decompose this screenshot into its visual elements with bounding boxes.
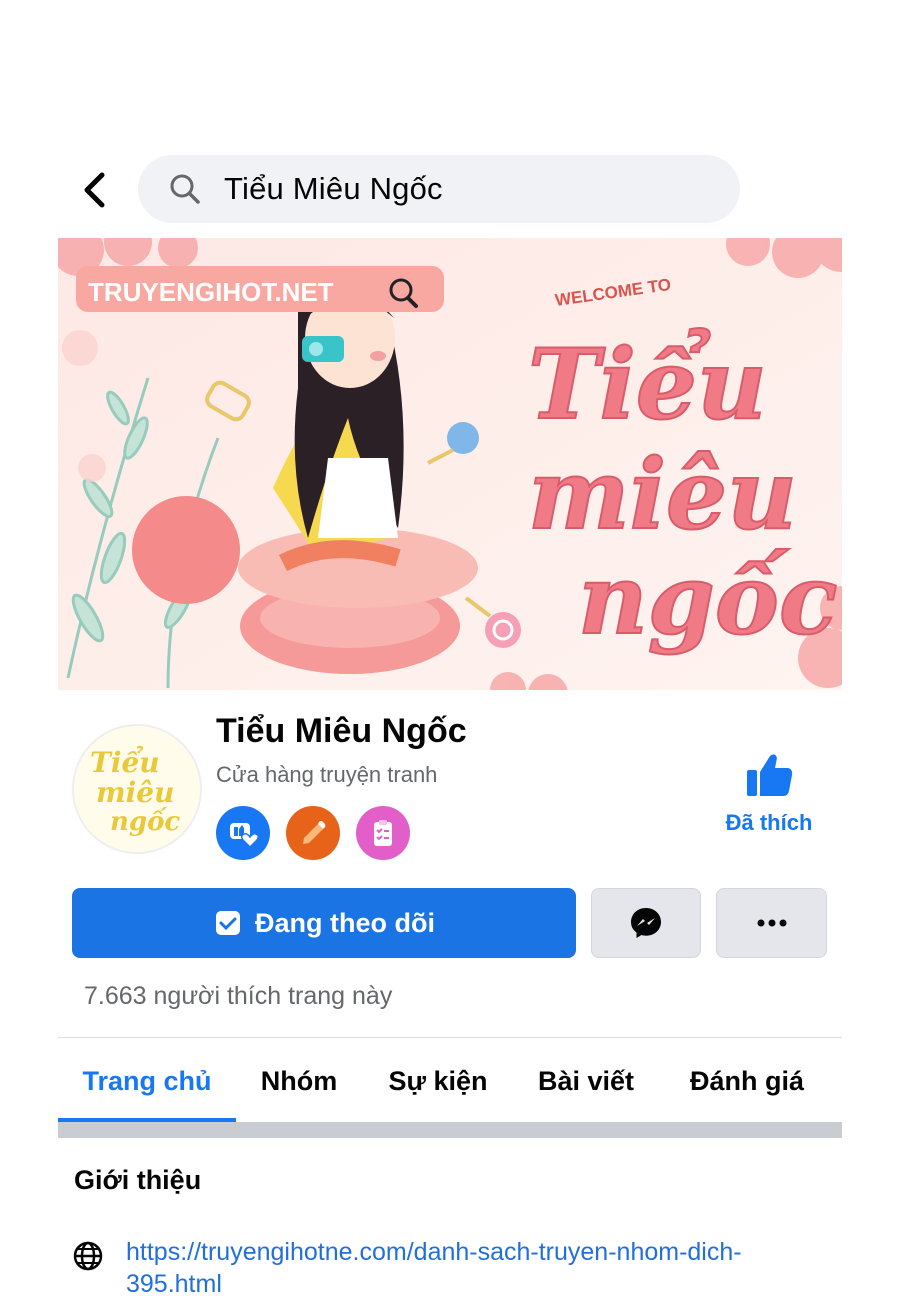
tab-groups[interactable]: Nhóm [236,1040,362,1122]
cover-watermark: TRUYENGIHOT.NET [88,277,334,307]
likes-count: 7.663 người thích trang này [84,982,393,1010]
more-icon [757,919,786,927]
cover-title-line-3: ngốc [578,543,837,656]
avatar[interactable]: Tiểu miêu ngốc [72,724,202,854]
messenger-button[interactable] [591,888,701,958]
clipboard-icon[interactable] [356,806,410,860]
divider [58,1037,842,1038]
back-button[interactable] [72,168,116,212]
website-row: https://truyengihotne.com/danh-sach-truy… [72,1236,792,1300]
thumbs-heart-icon[interactable] [216,806,270,860]
section-separator [58,1122,842,1138]
messenger-icon [631,908,661,938]
avatar-text-3: ngốc [110,806,180,837]
badge-row [216,806,410,860]
tab-events[interactable]: Sự kiện [362,1040,514,1122]
cover-title-line-1: Tiểu [528,328,767,441]
intro-title: Giới thiệu [74,1165,202,1195]
following-check-icon [216,911,240,935]
following-button[interactable]: Đang theo dõi [72,888,576,958]
tab-bar: Trang chủ Nhóm Sự kiện Bài viết Đánh giá [58,1040,842,1122]
avatar-text-2: miêu [96,776,174,809]
search-icon [170,174,200,204]
search-input[interactable]: Tiểu Miêu Ngốc [138,155,740,223]
tab-posts[interactable]: Bài viết [514,1040,658,1122]
globe-icon [73,1241,103,1271]
tab-home[interactable]: Trang chủ [58,1040,236,1122]
page-category: Cửa hàng truyện tranh [216,762,438,787]
liked-label: Đã thích [725,810,813,835]
chevron-left-icon [84,172,105,208]
pencil-icon[interactable] [286,806,340,860]
cover-title-line-2: miêu [528,438,797,551]
website-link[interactable]: https://truyengihotne.com/danh-sach-truy… [126,1236,786,1300]
more-button[interactable] [716,888,827,958]
liked-button[interactable]: Đã thích [716,750,822,846]
cover-photo[interactable]: TRUYENGIHOT.NET WELCOME TO Tiểu miêu ngố… [58,238,842,690]
thumbs-up-icon [747,754,793,796]
page-title: Tiểu Miêu Ngốc [216,712,467,750]
search-query: Tiểu Miêu Ngốc [224,171,443,206]
following-label: Đang theo dõi [255,907,435,938]
avatar-text-1: Tiểu [90,745,160,779]
tab-reviews[interactable]: Đánh giá [658,1040,836,1122]
